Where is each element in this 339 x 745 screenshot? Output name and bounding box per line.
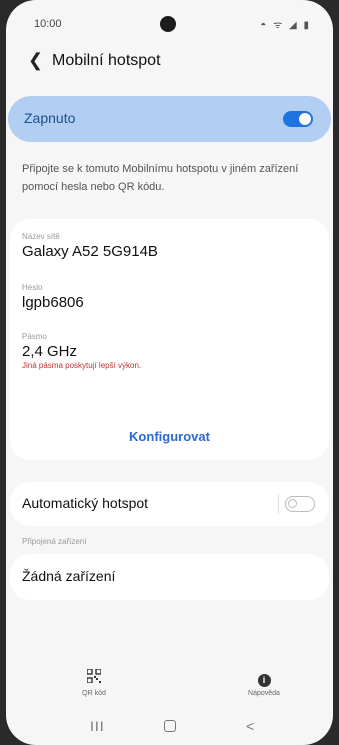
connected-devices-row: Žádná zařízení — [10, 554, 329, 600]
recent-apps-button[interactable]: III — [90, 718, 105, 734]
qr-code-button[interactable]: QR kód — [54, 668, 134, 697]
status-time: 10:00 — [34, 18, 62, 30]
connected-devices-heading: Připojená zařízení — [22, 537, 87, 546]
help-glyph: i — [257, 674, 271, 687]
toggle-knob — [288, 499, 297, 508]
phone-screen: 10:00 ◓ ᯤ ◢ ▮ ❮ Mobilní hotspot Zapnuto … — [6, 0, 333, 745]
status-bar: 10:00 ◓ ᯤ ◢ ▮ — [6, 14, 333, 34]
auto-hotspot-row[interactable]: Automatický hotspot — [10, 482, 329, 526]
password-label: Heslo — [22, 283, 43, 292]
connected-devices-value: Žádná zařízení — [22, 568, 116, 584]
front-camera — [160, 16, 176, 32]
hotspot-toggle-switch[interactable] — [283, 111, 313, 127]
band-note: Jiná pásma poskytují lepší výkon. — [22, 361, 142, 370]
band-value: 2,4 GHz — [22, 343, 78, 360]
back-arrow-icon[interactable]: ❮ — [28, 50, 43, 71]
auto-hotspot-switch[interactable] — [285, 496, 315, 512]
toggle-knob — [299, 113, 311, 125]
divider — [278, 494, 279, 514]
network-name-field[interactable]: Název sítě Galaxy A52 5G914B — [22, 232, 158, 260]
header: ❮ Mobilní hotspot — [6, 47, 333, 77]
configure-button[interactable]: Konfigurovat — [10, 429, 329, 444]
hotspot-description: Připojte se k tomuto Mobilnímu hotspotu … — [22, 163, 299, 193]
auto-hotspot-label: Automatický hotspot — [22, 495, 149, 511]
back-button[interactable]: < — [246, 718, 254, 734]
help-button[interactable]: i Nápověda — [224, 668, 304, 697]
status-icons: ◓ ᯤ ◢ ▮ — [260, 20, 311, 31]
network-name-value: Galaxy A52 5G914B — [22, 243, 158, 260]
system-nav-bar: III < — [6, 714, 333, 740]
page-title: Mobilní hotspot — [52, 52, 161, 69]
qr-code-icon — [54, 668, 134, 688]
home-button[interactable] — [164, 720, 176, 732]
network-info-card: Název sítě Galaxy A52 5G914B Heslo lgpb6… — [10, 219, 329, 460]
network-name-label: Název sítě — [22, 232, 60, 241]
password-value: lgpb6806 — [22, 294, 84, 311]
band-label: Pásmo — [22, 332, 47, 341]
bottom-toolbar: QR kód i Nápověda — [6, 668, 333, 708]
help-label: Nápověda — [248, 690, 280, 697]
band-field[interactable]: Pásmo 2,4 GHz Jiná pásma poskytují lepší… — [22, 332, 141, 370]
hotspot-toggle-row[interactable]: Zapnuto — [8, 96, 331, 142]
qr-code-label: QR kód — [82, 690, 106, 697]
password-field[interactable]: Heslo lgpb6806 — [22, 283, 84, 311]
info-icon: i — [224, 668, 304, 688]
hotspot-toggle-label: Zapnuto — [24, 110, 76, 126]
